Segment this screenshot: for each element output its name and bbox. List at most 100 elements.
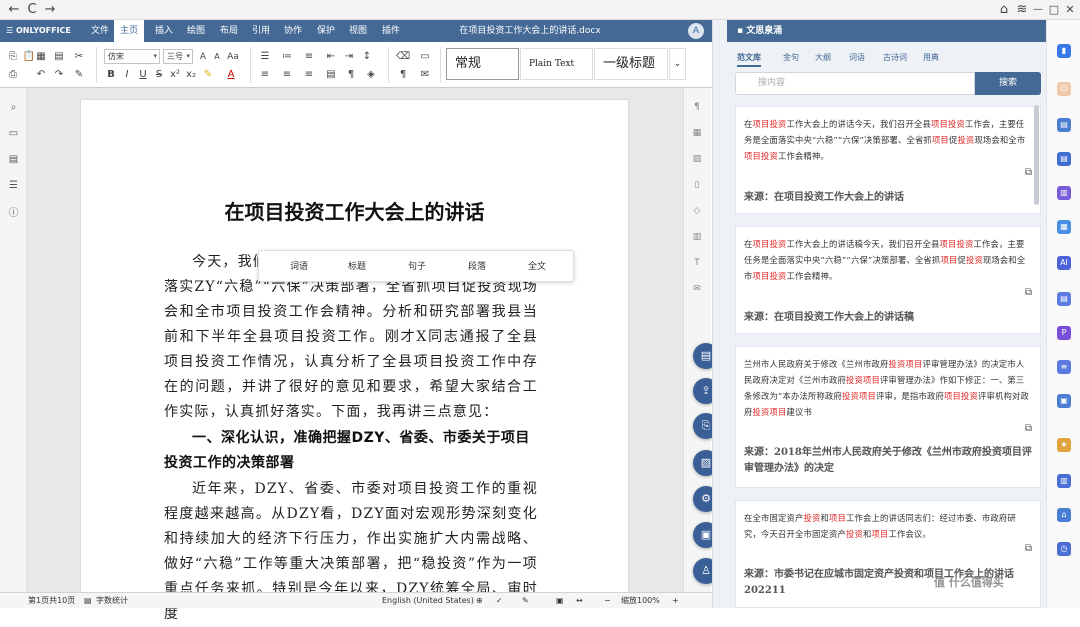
mail-merge-icon[interactable]: ✉ [418, 68, 432, 82]
tab-protect[interactable]: 保护 [311, 20, 341, 42]
language-select[interactable]: English (United States) [382, 593, 474, 608]
comments-icon[interactable]: ▭ [6, 126, 21, 141]
globe-icon[interactable]: ⊕ [476, 593, 483, 608]
cut-icon[interactable]: ✂ [72, 50, 86, 64]
shading-icon[interactable]: ◈ [364, 68, 378, 82]
app-icon[interactable]: ▮ [1057, 44, 1071, 58]
copy-icon[interactable]: ⧉ [1025, 423, 1032, 434]
decrease-font-icon[interactable]: A [210, 50, 224, 64]
tab-references[interactable]: 引用 [246, 20, 276, 42]
library-app-icon[interactable]: ▥ [1057, 186, 1071, 200]
copy-format-icon[interactable]: ▭ [418, 50, 432, 64]
close-button[interactable]: ✕ [1062, 2, 1078, 18]
clock-app-icon[interactable]: ◷ [1057, 542, 1071, 556]
home-app-icon[interactable]: ⌂ [1057, 508, 1071, 522]
chart-settings-icon[interactable]: ▥ [690, 230, 704, 244]
popup-option-sentence[interactable]: 句子 [391, 251, 443, 283]
align-left-icon[interactable]: ≡ [258, 68, 272, 82]
about-icon[interactable]: ⓘ [6, 204, 21, 219]
font-name-select[interactable]: 仿宋 [104, 49, 160, 64]
copy-icon[interactable]: ⎘ [6, 50, 20, 64]
document-page[interactable]: 在项目投资工作大会上的讲话 今天，我们召开全县项目投资工作会，主要任务是 落实Z… [81, 100, 628, 622]
forward-icon[interactable]: → [42, 2, 58, 18]
align-center-icon[interactable]: ≡ [280, 68, 294, 82]
copy-icon[interactable]: ⧉ [1025, 543, 1032, 554]
panel-tab-outline[interactable]: 大纲 [815, 52, 831, 63]
underline-icon[interactable]: U [136, 68, 150, 82]
minimize-button[interactable]: — [1030, 2, 1046, 18]
result-card[interactable]: 在项目投资工作大会上的讲话稿今天，我们召开全县项目投资工作会，主要任务是全面落实… [735, 226, 1041, 334]
result-card[interactable]: 在全市固定资产投资和项目工作会上的讲话同志们：经过市委、市政府研究，今天召开全市… [735, 500, 1041, 608]
navigation-icon[interactable]: ☰ [6, 178, 21, 193]
multilevel-list-icon[interactable]: ≡ [302, 50, 316, 64]
redo-icon[interactable]: ↷ [52, 68, 66, 82]
select-all-icon[interactable]: ▦ [34, 50, 48, 64]
font-color-icon[interactable]: A [224, 68, 238, 82]
decrease-indent-icon[interactable]: ⇤ [324, 50, 338, 64]
fit-width-icon[interactable]: ↔ [576, 593, 583, 608]
print-icon[interactable]: ⎙ [6, 68, 20, 82]
clear-style-icon[interactable]: ⌫ [396, 50, 410, 64]
page-counter[interactable]: 第1页共10页 [28, 593, 75, 608]
copy-icon[interactable]: ⧉ [1025, 287, 1032, 298]
shape-settings-icon[interactable]: ◇ [690, 204, 704, 218]
panel-tab-poems[interactable]: 古诗词 [883, 52, 907, 63]
italic-icon[interactable]: I [120, 68, 134, 82]
tab-home[interactable]: 主页 [114, 20, 145, 42]
panel-search-input[interactable]: 搜内容 [735, 72, 975, 95]
tab-view[interactable]: 视图 [343, 20, 373, 42]
bold-icon[interactable]: B [104, 68, 118, 82]
superscript-icon[interactable]: x² [168, 68, 182, 82]
document-app-icon[interactable]: ▦ [1057, 220, 1071, 234]
ai-app-icon[interactable]: AI [1057, 256, 1071, 270]
chat-icon[interactable]: ▤ [6, 152, 21, 167]
panel-search-button[interactable]: 搜索 [975, 72, 1041, 95]
panel-tab-samples[interactable]: 范文库 [737, 52, 761, 67]
stats-app-icon[interactable]: ▥ [1057, 474, 1071, 488]
subscript-icon[interactable]: x₂ [184, 68, 198, 82]
zoom-in-icon[interactable]: + [672, 593, 679, 608]
home-icon[interactable]: ⌂ [996, 2, 1012, 18]
list-app-icon[interactable]: ≡ [1057, 360, 1071, 374]
header-footer-icon[interactable]: ▯ [690, 178, 704, 192]
word-count[interactable]: 字数统计 [96, 593, 128, 608]
popup-option-paragraph[interactable]: 段落 [451, 251, 503, 283]
notes-app-icon[interactable]: ▤ [1057, 152, 1071, 166]
reload-icon[interactable]: C [24, 2, 40, 18]
font-size-select[interactable]: 三号 [163, 49, 193, 64]
undo-icon[interactable]: ↶ [34, 68, 48, 82]
restore-button[interactable]: □ [1046, 2, 1062, 18]
style-heading-1[interactable]: 一级标题 [594, 48, 668, 80]
highlight-color-icon[interactable]: ✎ [201, 68, 215, 82]
chat-app-icon[interactable]: ▤ [1057, 118, 1071, 132]
image-settings-icon[interactable]: ▨ [690, 152, 704, 166]
track-changes-icon[interactable]: ✎ [522, 593, 529, 608]
style-plain-text[interactable]: Plain Text [520, 48, 593, 80]
bullet-list-icon[interactable]: ☰ [258, 50, 272, 64]
copy-icon[interactable]: ⧉ [1025, 167, 1032, 178]
tab-plugins[interactable]: 插件 [376, 20, 406, 42]
panel-scrollbar[interactable] [1034, 105, 1039, 205]
popup-option-fulltext[interactable]: 全文 [511, 251, 563, 283]
styles-expand-icon[interactable]: ⌄ [669, 48, 686, 80]
pdf-app-icon[interactable]: P [1057, 326, 1071, 340]
style-normal[interactable]: 常规 [446, 48, 519, 80]
paragraph-marks-icon[interactable]: ¶ [344, 68, 358, 82]
tab-file[interactable]: 文件 [85, 20, 115, 42]
word-count-icon[interactable]: ▤ [84, 593, 92, 608]
files-app-icon[interactable]: ▤ [1057, 292, 1071, 306]
user-avatar[interactable]: A [688, 23, 704, 39]
search-icon[interactable]: ⌕ [6, 100, 21, 115]
paragraph-settings-icon[interactable]: ¶ [690, 100, 704, 114]
result-card[interactable]: 兰州市人民政府关于修改《兰州市政府投资项目评审管理办法》的决定市人民政府决定对《… [735, 346, 1041, 488]
panel-tab-words[interactable]: 词语 [849, 52, 865, 63]
textart-settings-icon[interactable]: T [690, 256, 704, 270]
popup-option-title[interactable]: 标题 [331, 251, 383, 283]
zoom-level[interactable]: 缩放100% [621, 593, 660, 608]
copy-style-icon[interactable]: ▤ [52, 50, 66, 64]
panel-tab-allusions[interactable]: 用典 [923, 52, 939, 63]
fit-page-icon[interactable]: ▣ [556, 593, 564, 608]
zoom-out-icon[interactable]: − [604, 593, 611, 608]
align-right-icon[interactable]: ≡ [302, 68, 316, 82]
numbered-list-icon[interactable]: ≔ [280, 50, 294, 64]
